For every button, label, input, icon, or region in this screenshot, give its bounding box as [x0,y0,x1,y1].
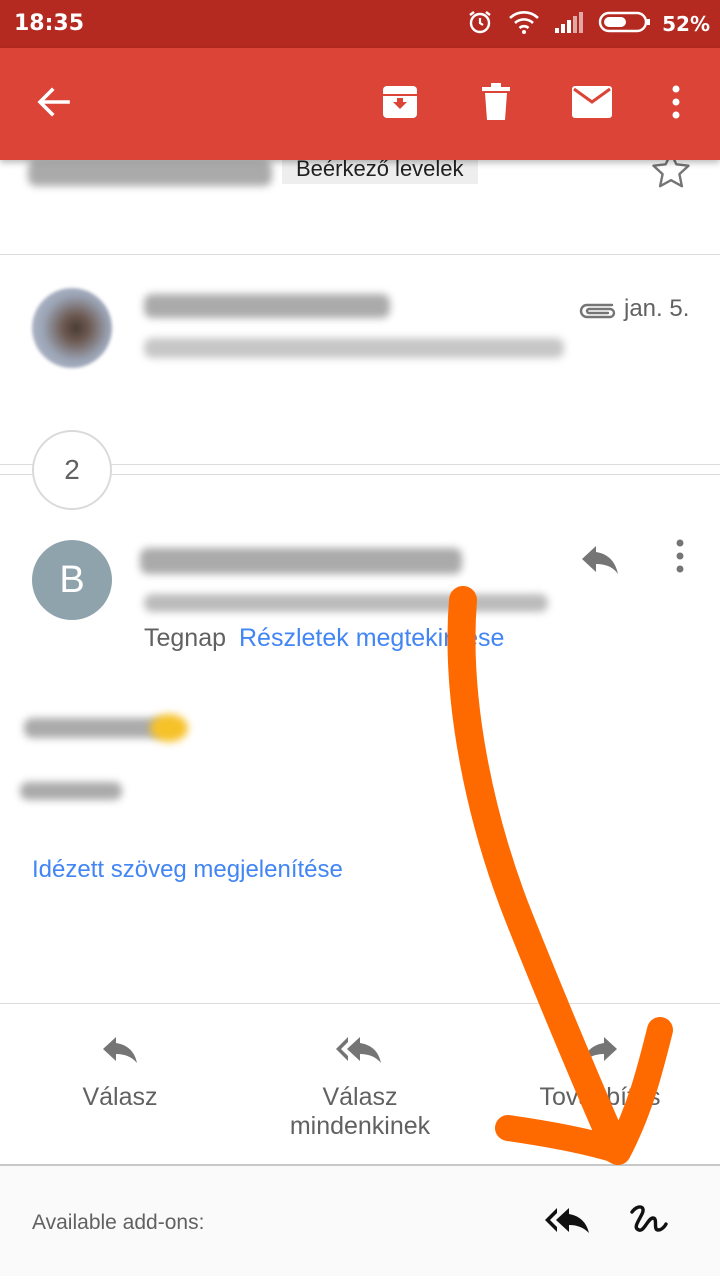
app-bar [0,48,720,160]
emoji-redacted [150,714,188,742]
message-snippet-redacted [144,338,564,358]
signature-redacted [20,782,122,800]
reply-all-label-line2: mindenkinek [289,1112,431,1140]
forward-button[interactable]: Továbbítás [520,1034,680,1112]
mark-unread-button[interactable] [566,78,618,130]
message-more-vert-icon[interactable] [666,536,694,581]
status-bar: 18:35 52% [0,0,720,48]
sender-name-redacted [140,548,462,574]
more-options-button[interactable] [650,78,702,130]
forward-label: Továbbítás [539,1083,661,1111]
battery-percent: 52% [662,12,710,36]
signal-icon [554,10,584,39]
reply-action-icon [40,1034,200,1073]
action-row: Válasz Válasz mindenkinek Továbbítás [0,1004,720,1164]
archive-icon [380,82,420,127]
sender-avatar-photo [32,288,112,368]
wifi-icon [508,9,540,40]
alarm-icon [466,8,494,41]
back-button[interactable] [28,78,80,130]
divider [0,254,720,255]
back-arrow-icon [36,84,72,125]
archive-button[interactable] [374,78,426,130]
message-date: jan. 5. [624,295,690,322]
addons-bar: Available add-ons: [0,1166,720,1276]
body-text-redacted [24,718,164,738]
forward-icon [520,1034,680,1073]
addon-reply-all-icon [543,1205,593,1240]
mark-unread-icon [571,85,613,124]
delete-button[interactable] [470,78,522,130]
message-meta: Tegnap Részletek megtekintése [144,624,504,653]
recipients-redacted [144,594,548,612]
message-time: Tegnap [144,624,227,652]
reply-button[interactable]: Válasz [40,1034,200,1112]
addons-label: Available add-ons: [32,1211,205,1234]
attachment-icon [578,296,616,327]
status-icons: 52% [466,9,710,39]
reply-label: Válasz [82,1083,158,1111]
addon-reply-all-button[interactable] [540,1202,596,1242]
more-vert-icon [670,84,682,125]
reply-all-button[interactable]: Válasz mindenkinek [260,1034,460,1141]
addon-signature-button[interactable] [620,1202,676,1242]
collapsed-messages-count[interactable]: 2 [32,430,112,510]
signature-icon [626,1202,670,1243]
subject-text-redacted [28,160,272,186]
status-time: 18:35 [14,11,85,36]
reply-all-label-line1: Válasz [322,1083,398,1111]
show-quoted-text-link[interactable]: Idézett szöveg megjelenítése [32,856,343,884]
show-details-link[interactable]: Részletek megtekintése [239,624,504,652]
reply-icon[interactable] [578,538,622,583]
reply-all-icon [260,1034,460,1073]
sender-avatar: B [32,540,112,620]
battery-icon [598,10,652,39]
delete-icon [478,82,514,127]
sender-name-redacted [144,294,390,318]
